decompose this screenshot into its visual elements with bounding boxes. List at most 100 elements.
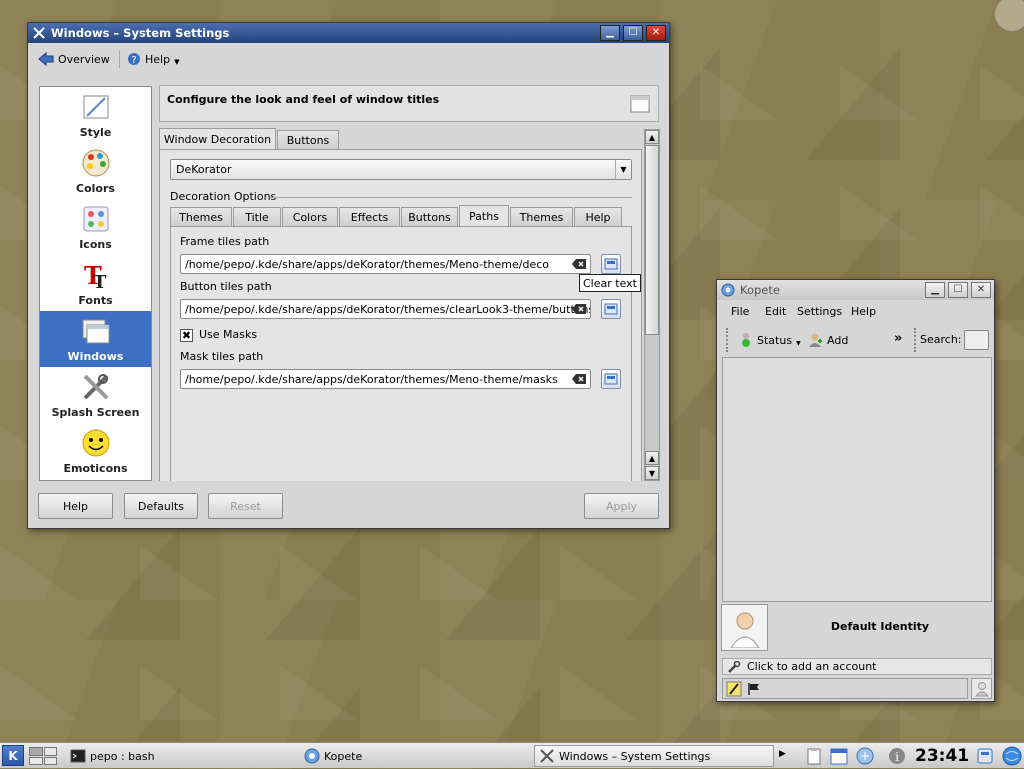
settings-titlebar[interactable]: Windows – System Settings ▁ ☐ ✕	[28, 23, 669, 43]
close-button[interactable]: ✕	[646, 25, 666, 41]
use-masks-checkbox[interactable]: ✖	[180, 329, 193, 342]
frame-tiles-path-input[interactable]: /home/pepo/.kde/share/apps/deKorator/the…	[180, 254, 591, 274]
tab-label: Window Decoration	[163, 133, 272, 146]
toolbar-handle-search[interactable]	[914, 328, 917, 352]
pager-desktop-4[interactable]	[43, 756, 57, 765]
defaults-button-label: Defaults	[138, 499, 184, 513]
help-button[interactable]: Help	[38, 493, 113, 519]
toolbar-overflow-button[interactable]: »	[894, 331, 902, 346]
decoration-select-value: DeKorator	[176, 163, 232, 176]
windows-icon	[80, 315, 112, 347]
pager-desktop-3[interactable]	[29, 756, 43, 765]
subtab-title[interactable]: Title	[233, 207, 281, 227]
mask-tiles-browse-button[interactable]	[601, 369, 621, 389]
kopete-titlebar[interactable]: Kopete ▁ ☐ ✕	[717, 280, 994, 300]
scroll-down-button[interactable]: ▼	[645, 466, 659, 480]
globe-icon[interactable]	[1002, 746, 1022, 769]
sidebar-item-fonts[interactable]: TT Fonts	[40, 255, 151, 311]
sidebar-item-windows[interactable]: Windows	[40, 311, 151, 367]
minimize-button[interactable]: ▁	[925, 282, 945, 298]
toolbar-separator	[119, 50, 120, 68]
subtab-effects[interactable]: Effects	[339, 207, 400, 227]
tab-label: Themes	[179, 211, 223, 224]
kde-menu-button[interactable]: K	[2, 745, 24, 766]
maximize-button[interactable]: ☐	[623, 25, 643, 41]
contact-list[interactable]	[722, 357, 992, 602]
taskbar-clock[interactable]: 23:41	[915, 746, 969, 766]
clear-text-icon[interactable]	[571, 303, 587, 315]
subtab-themes-2[interactable]: Themes	[510, 207, 573, 227]
tab-window-decoration[interactable]: Window Decoration	[159, 128, 276, 150]
subtab-help[interactable]: Help	[574, 207, 622, 227]
mask-tiles-path-input[interactable]: /home/pepo/.kde/share/apps/deKorator/the…	[180, 369, 591, 389]
network-icon[interactable]	[856, 747, 874, 768]
sidebar-item-icons[interactable]: Icons	[40, 199, 151, 255]
clipboard-icon[interactable]	[805, 747, 823, 768]
subtab-paths[interactable]: Paths	[459, 205, 509, 227]
edit-status-icon[interactable]	[726, 681, 742, 700]
flag-icon[interactable]	[747, 682, 761, 699]
toolbar-handle[interactable]	[726, 328, 729, 352]
add-contact-button[interactable]: Add	[807, 329, 848, 351]
status-button[interactable]: Status ▼	[739, 329, 801, 351]
pager-desktop-1[interactable]	[29, 747, 43, 756]
menu-help[interactable]: Help	[851, 305, 876, 318]
maximize-button[interactable]: ☐	[948, 282, 968, 298]
settings-window-title: Windows – System Settings	[51, 26, 230, 40]
reset-button[interactable]: Reset	[208, 493, 283, 519]
tab-label: Buttons	[408, 211, 451, 224]
scrollbar-thumb[interactable]	[645, 145, 659, 335]
task-bash[interactable]: pepo : bash	[66, 745, 296, 767]
pager-desktop-2[interactable]	[43, 747, 57, 756]
task-overflow-icon[interactable]: ▶	[779, 749, 786, 759]
identity-avatar[interactable]	[721, 604, 768, 651]
menu-file[interactable]: File	[731, 305, 749, 318]
sidebar-item-emoticons[interactable]: Emoticons	[40, 423, 151, 479]
colors-icon	[80, 147, 112, 179]
desktop-toolbox-icon[interactable]	[994, 0, 1024, 32]
frame-tiles-path-value: /home/pepo/.kde/share/apps/deKorator/the…	[185, 257, 549, 271]
clear-text-icon[interactable]	[571, 373, 587, 385]
defaults-button[interactable]: Defaults	[124, 493, 198, 519]
help-menu-button[interactable]: ? Help ▼	[127, 48, 179, 70]
sidebar-item-label: Windows	[67, 350, 124, 363]
online-status-button[interactable]	[971, 678, 992, 699]
settings-tools-icon	[31, 25, 47, 41]
menu-settings[interactable]: Settings	[797, 305, 842, 318]
apply-button[interactable]: Apply	[584, 493, 659, 519]
status-label: Status	[757, 333, 793, 347]
clear-text-icon[interactable]	[571, 258, 587, 270]
sidebar-item-style[interactable]: Style	[40, 87, 151, 143]
minimize-button[interactable]: ▁	[600, 25, 620, 41]
subtab-colors[interactable]: Colors	[282, 207, 338, 227]
scroll-up-button-bottom[interactable]: ▲	[645, 451, 659, 465]
use-masks-label[interactable]: Use Masks	[199, 328, 257, 341]
button-tiles-path-input[interactable]: /home/pepo/.kde/share/apps/deKorator/the…	[180, 299, 591, 319]
tab-buttons[interactable]: Buttons	[277, 130, 339, 150]
subtab-buttons[interactable]: Buttons	[401, 207, 458, 227]
info-icon[interactable]: i	[888, 747, 906, 768]
frame-tiles-browse-button[interactable]	[601, 254, 621, 274]
close-button[interactable]: ✕	[971, 282, 991, 298]
device-notifier-icon[interactable]	[976, 747, 994, 768]
task-kopete[interactable]: Kopete	[300, 745, 530, 767]
decoration-options-label: Decoration Options	[170, 190, 277, 203]
menu-edit[interactable]: Edit	[765, 305, 786, 318]
sidebar-item-colors[interactable]: Colors	[40, 143, 151, 199]
sidebar-item-splash-screen[interactable]: Splash Screen	[40, 367, 151, 423]
subtab-themes[interactable]: Themes	[170, 207, 232, 227]
tab-label: Colors	[292, 211, 328, 224]
task-system-settings[interactable]: Windows – System Settings	[534, 745, 774, 767]
button-tiles-browse-button[interactable]	[601, 299, 621, 319]
sidebar-item-label: Icons	[79, 238, 112, 251]
add-account-row[interactable]: Click to add an account	[722, 658, 992, 675]
overview-button[interactable]: Overview	[38, 48, 110, 70]
desktop-pager[interactable]	[29, 747, 57, 765]
search-input[interactable]	[964, 330, 989, 350]
folder-icon	[604, 303, 618, 315]
calendar-icon[interactable]	[830, 747, 848, 768]
scroll-up-button[interactable]: ▲	[645, 130, 659, 144]
decoration-select[interactable]: DeKorator ▼	[170, 159, 632, 180]
arrow-up-icon: ▲	[648, 132, 656, 142]
arrow-down-icon: ▼	[648, 468, 656, 478]
